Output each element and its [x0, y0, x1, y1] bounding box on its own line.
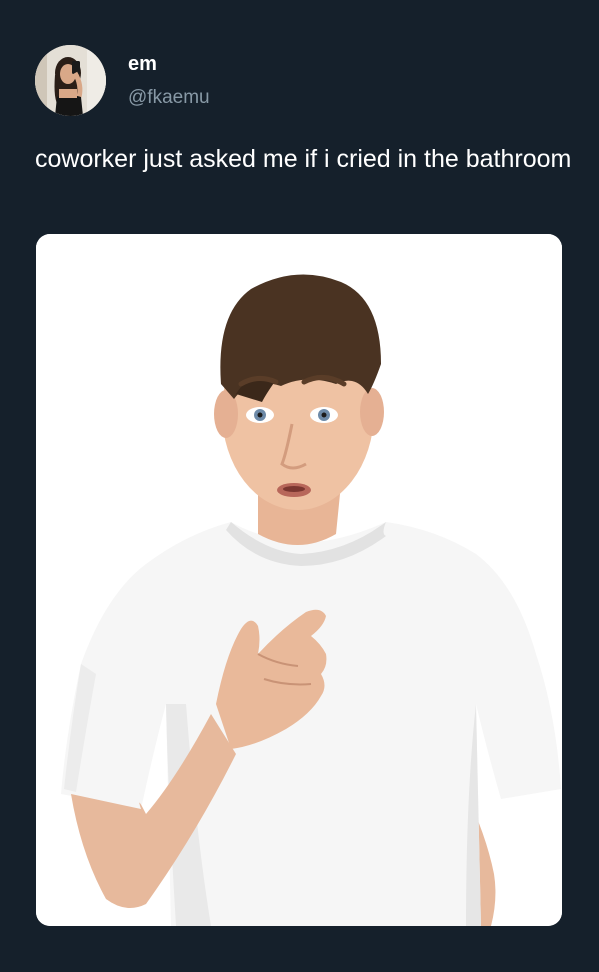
author-block: em @fkaemu — [128, 52, 210, 110]
avatar-image — [35, 45, 106, 116]
avatar[interactable] — [35, 45, 106, 116]
tweet-text: coworker just asked me if i cried in the… — [35, 145, 572, 173]
tweet-media-photo[interactable] — [36, 234, 562, 926]
photo-surprised-man — [36, 234, 562, 926]
tweet-card: em @fkaemu coworker just asked me if i c… — [0, 0, 599, 972]
display-name[interactable]: em — [128, 52, 210, 76]
user-handle[interactable]: @fkaemu — [128, 86, 210, 110]
